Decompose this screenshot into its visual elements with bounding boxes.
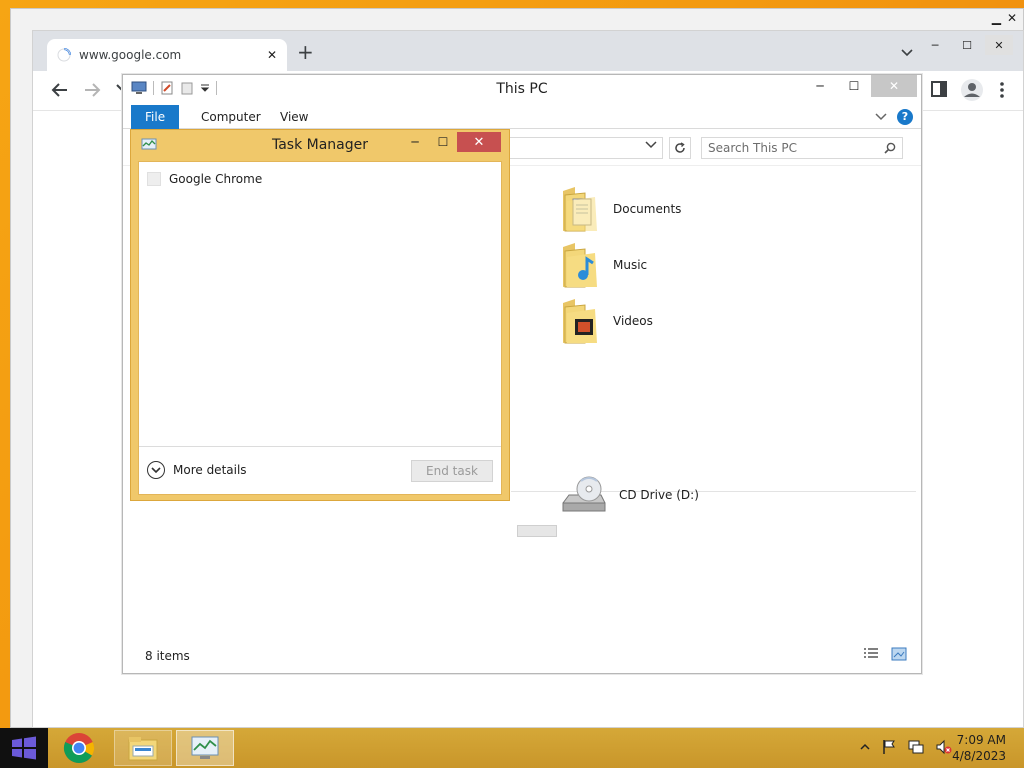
chrome-tab[interactable]: www.google.com ✕ — [47, 39, 287, 71]
refresh-button[interactable] — [669, 137, 691, 159]
explorer-window-controls: ─ ☐ ✕ — [803, 75, 917, 97]
clock-date: 4/8/2023 — [952, 749, 1006, 763]
drive-label: CD Drive (D:) — [619, 488, 699, 502]
folder-music[interactable]: Music — [561, 241, 647, 289]
address-history-chevron-icon[interactable] — [645, 140, 657, 150]
profile-avatar-icon[interactable] — [961, 79, 983, 101]
show-hidden-icons-chevron-icon[interactable] — [860, 743, 870, 751]
task-manager-footer: More details End task — [139, 446, 501, 494]
folder-videos[interactable]: Videos — [561, 297, 653, 345]
ribbon-tab-file[interactable]: File — [131, 105, 180, 129]
taskbar-chrome[interactable] — [50, 730, 108, 766]
side-panel-icon[interactable] — [931, 81, 947, 97]
process-row[interactable]: Google Chrome — [147, 168, 262, 190]
folder-documents[interactable]: Documents — [561, 185, 681, 233]
documents-folder-icon — [561, 185, 601, 233]
large-icons-view-icon[interactable] — [891, 647, 907, 661]
refresh-icon — [674, 142, 686, 154]
expand-ribbon-chevron-icon[interactable] — [875, 113, 887, 121]
maximize-icon[interactable]: ☐ — [429, 132, 457, 152]
drive-usage-bar — [517, 525, 557, 537]
back-arrow-icon[interactable] — [51, 81, 69, 99]
chrome-icon — [63, 732, 95, 764]
process-name: Google Chrome — [169, 172, 263, 186]
volume-muted-icon[interactable] — [936, 739, 952, 755]
action-center-flag-icon[interactable] — [882, 739, 896, 755]
start-button[interactable] — [0, 728, 48, 768]
task-manager-window: Task Manager ─ ☐ ✕ Google Chrome More de… — [130, 129, 510, 501]
cd-drive-icon — [561, 473, 607, 517]
chrome-tab-bar: www.google.com ✕ + ─ ☐ ✕ — [33, 31, 1023, 71]
search-icon — [884, 142, 896, 154]
taskbar: 7:09 AM 4/8/2023 — [0, 728, 1024, 768]
windows-logo-icon — [11, 736, 37, 760]
drive-cd[interactable]: CD Drive (D:) — [561, 471, 699, 519]
item-count: 8 items — [145, 649, 190, 663]
tab-search-chevron-icon[interactable] — [901, 49, 913, 57]
forward-arrow-icon[interactable] — [83, 81, 101, 99]
minimize-icon[interactable]: ─ — [921, 35, 949, 55]
minimize-icon[interactable]: ▁ — [992, 11, 1001, 25]
close-icon[interactable]: ✕ — [985, 35, 1013, 55]
folder-label: Music — [613, 258, 648, 272]
music-folder-icon — [561, 241, 601, 289]
view-switcher — [863, 647, 907, 661]
explorer-title: This PC — [496, 81, 548, 97]
details-view-icon[interactable] — [863, 647, 879, 661]
minimize-icon[interactable]: ─ — [401, 132, 429, 152]
taskbar-task-manager[interactable] — [176, 730, 234, 766]
tab-title: www.google.com — [79, 48, 182, 62]
maximize-icon[interactable]: ☐ — [953, 35, 981, 55]
search-placeholder: Search This PC — [708, 141, 797, 155]
explorer-title-bar: This PC ─ ☐ ✕ — [123, 75, 921, 105]
chrome-window-controls: ─ ☐ ✕ — [921, 35, 1013, 55]
clock-time: 7:09 AM — [956, 733, 1006, 747]
videos-folder-icon — [561, 297, 601, 345]
loading-spinner-icon — [57, 48, 71, 62]
ribbon: File Computer View ? — [123, 105, 921, 129]
background-window-controls: ▁ ✕ — [992, 11, 1017, 25]
close-icon[interactable]: ✕ — [1007, 11, 1017, 25]
task-manager-icon — [190, 735, 220, 761]
new-tab-button[interactable]: + — [297, 42, 314, 62]
more-details-label: More details — [173, 463, 247, 477]
ribbon-tab-computer[interactable]: Computer — [187, 105, 275, 129]
maximize-icon[interactable]: ☐ — [837, 75, 871, 97]
close-icon[interactable]: ✕ — [457, 132, 501, 152]
process-icon-placeholder — [147, 172, 161, 186]
help-icon[interactable]: ? — [897, 109, 913, 125]
network-icon[interactable] — [908, 739, 924, 755]
task-manager-window-controls: ─ ☐ ✕ — [401, 132, 501, 152]
ribbon-tab-view[interactable]: View — [266, 105, 322, 129]
expand-chevron-icon — [147, 461, 165, 479]
more-details-button[interactable]: More details — [147, 461, 247, 479]
taskbar-file-explorer[interactable] — [114, 730, 172, 766]
system-clock[interactable]: 7:09 AM 4/8/2023 — [952, 732, 1006, 764]
task-manager-body: Google Chrome More details End task — [138, 161, 502, 495]
end-task-button[interactable]: End task — [411, 460, 493, 482]
search-input[interactable]: Search This PC — [701, 137, 903, 159]
minimize-icon[interactable]: ─ — [803, 75, 837, 97]
ribbon-right-controls: ? — [875, 109, 913, 125]
file-explorer-icon — [127, 734, 159, 762]
folder-label: Videos — [613, 314, 653, 328]
status-bar: 8 items — [123, 643, 921, 667]
task-manager-title-bar: Task Manager ─ ☐ ✕ — [131, 130, 509, 160]
tab-close-icon[interactable]: ✕ — [267, 48, 277, 62]
chrome-menu-icon[interactable] — [999, 81, 1005, 99]
folder-label: Documents — [613, 202, 682, 216]
close-icon[interactable]: ✕ — [871, 75, 917, 97]
system-tray — [860, 739, 952, 755]
